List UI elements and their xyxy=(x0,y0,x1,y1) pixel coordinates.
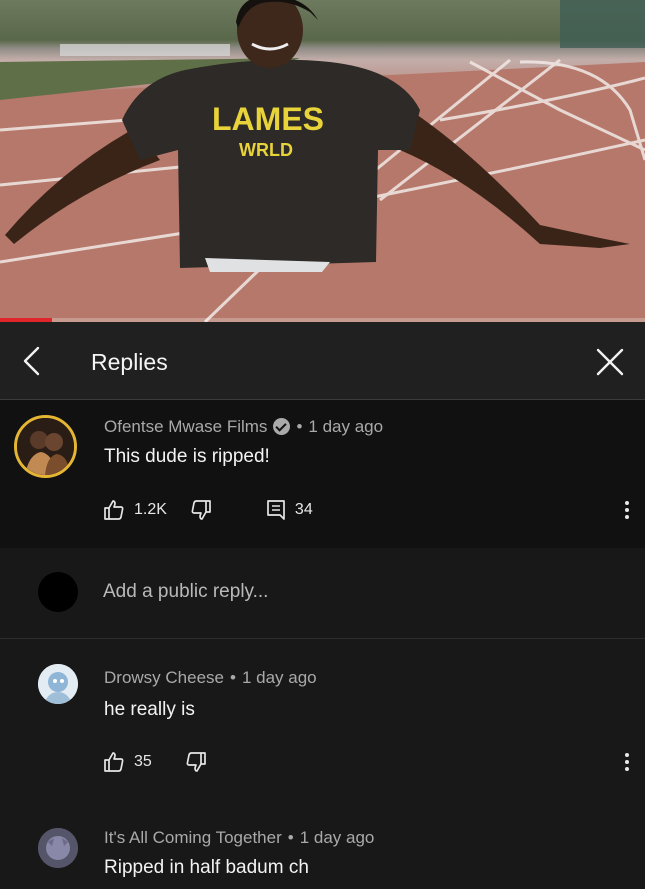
video-frame: LAMES WRLD xyxy=(0,0,645,322)
replies-header: Replies xyxy=(0,322,645,400)
more-vertical-icon[interactable] xyxy=(617,496,637,524)
reply-item: It's All Coming Together • 1 day ago Rippe… xyxy=(0,800,645,889)
video-player[interactable]: LAMES WRLD xyxy=(0,0,645,322)
reply-author[interactable]: Drowsy Cheese xyxy=(104,668,224,687)
comment-text: This dude is ripped! xyxy=(104,446,270,467)
replies-title: Replies xyxy=(91,349,168,375)
add-reply-row: Add a public reply... xyxy=(0,548,645,639)
dislike-button[interactable] xyxy=(184,750,208,774)
thumbs-up-icon xyxy=(104,500,124,520)
reply-count-button[interactable]: 34 xyxy=(265,498,313,522)
current-user-avatar[interactable] xyxy=(38,572,78,612)
comment-actions: 1.2K 34 xyxy=(102,498,313,522)
comment-meta: Ofentse Mwase Films • 1 day ago xyxy=(104,417,383,437)
comment-time: 1 day ago xyxy=(308,417,384,436)
reply-author[interactable]: It's All Coming Together xyxy=(104,828,282,847)
like-count: 35 xyxy=(134,753,152,770)
thumbs-down-icon xyxy=(191,500,211,520)
thumbs-down-icon xyxy=(186,752,206,772)
shirt-text-sub: WRLD xyxy=(239,140,293,160)
shirt-text-main: LAMES xyxy=(212,101,324,137)
reply-time: 1 day ago xyxy=(299,828,375,847)
avatar-image xyxy=(38,828,78,868)
comment-author[interactable]: Ofentse Mwase Films xyxy=(104,417,267,436)
reply-icon xyxy=(267,500,285,520)
add-reply-input[interactable]: Add a public reply... xyxy=(103,581,268,603)
reply-count: 34 xyxy=(294,501,313,518)
like-button[interactable]: 35 xyxy=(102,750,152,774)
verified-check-icon xyxy=(273,418,291,435)
avatar[interactable] xyxy=(14,415,77,478)
reply-text: Ripped in half badum ch xyxy=(104,857,309,878)
close-icon xyxy=(596,348,624,376)
meta-separator: • xyxy=(296,417,303,436)
avatar[interactable] xyxy=(38,664,78,704)
avatar-image xyxy=(38,664,78,704)
reply-time: 1 day ago xyxy=(241,668,317,687)
like-count: 1.2K xyxy=(134,501,167,518)
back-button[interactable] xyxy=(16,342,50,380)
avatar-image xyxy=(17,418,74,475)
like-button[interactable]: 1.2K xyxy=(102,498,167,522)
dislike-button[interactable] xyxy=(189,498,213,522)
thumbs-up-icon xyxy=(104,752,124,772)
avatar[interactable] xyxy=(38,828,78,868)
meta-separator: • xyxy=(287,828,294,847)
reply-item: Drowsy Cheese • 1 day ago he really is 35 xyxy=(0,640,645,800)
reply-text: he really is xyxy=(104,699,195,720)
reply-meta: It's All Coming Together • 1 day ago xyxy=(104,828,374,848)
parent-comment: Ofentse Mwase Films • 1 day ago This dude … xyxy=(0,400,645,548)
chevron-left-icon xyxy=(23,346,40,376)
meta-separator: • xyxy=(230,668,236,687)
more-vertical-icon[interactable] xyxy=(617,748,637,776)
reply-actions: 35 xyxy=(102,750,208,774)
close-button[interactable] xyxy=(592,344,628,380)
reply-meta: Drowsy Cheese • 1 day ago xyxy=(104,668,317,688)
